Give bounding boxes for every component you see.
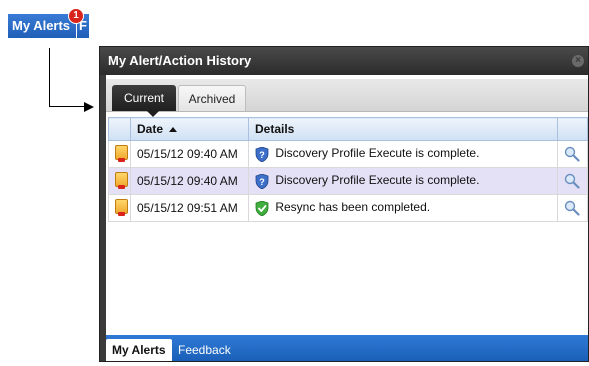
alert-note-icon [115, 199, 128, 216]
bottom-tab-my-alerts-label: My Alerts [112, 343, 166, 357]
table-row[interactable]: 05/15/12 09:40 AM ? Discovery Profile Ex… [108, 167, 588, 195]
tab-archived[interactable]: Archived [178, 85, 246, 111]
row-date: 05/15/12 09:40 AM [130, 167, 249, 195]
svg-text:?: ? [259, 150, 265, 160]
alert-count-badge: 1 [68, 8, 84, 24]
svg-text:?: ? [259, 177, 265, 187]
bottom-tab-bar: My Alerts Feedback [106, 335, 588, 361]
row-details-cell: ? Discovery Profile Execute is complete. [248, 140, 558, 168]
row-details: Discovery Profile Execute is complete. [275, 173, 480, 188]
bottom-tab-feedback[interactable]: Feedback [172, 339, 237, 361]
window-title: My Alert/Action History [108, 53, 252, 68]
alert-history-window: My Alert/Action History × Current Archiv… [99, 46, 589, 362]
row-date: 05/15/12 09:51 AM [130, 194, 249, 222]
row-date: 05/15/12 09:40 AM [130, 140, 249, 168]
date-column-header[interactable]: Date [130, 117, 249, 141]
row-details: Resync has been completed. [275, 200, 431, 215]
info-shield-icon: ? [255, 173, 269, 189]
tab-current-label: Current [123, 91, 164, 105]
row-action-cell [557, 167, 588, 195]
icon-column-header [108, 117, 131, 141]
alert-note-icon [115, 145, 128, 162]
window-content: Current Archived Date Details 05/15/12 0… [106, 75, 588, 337]
table-row[interactable]: 05/15/12 09:51 AM Resync has been comple… [108, 194, 588, 222]
view-details-icon[interactable] [564, 146, 580, 162]
bottom-tab-feedback-label: Feedback [178, 343, 231, 357]
row-type-cell [108, 167, 131, 195]
details-column-label: Details [255, 122, 295, 136]
window-titlebar: My Alert/Action History × [100, 47, 588, 75]
connector-line-horizontal [49, 106, 85, 107]
view-details-icon[interactable] [564, 200, 580, 216]
alerts-table: Date Details 05/15/12 09:40 AM ? Discove… [108, 117, 588, 222]
tab-archived-label: Archived [188, 92, 236, 106]
row-details: Discovery Profile Execute is complete. [275, 146, 480, 161]
sort-ascending-icon [169, 127, 178, 133]
action-column-header [557, 117, 588, 141]
date-column-label: Date [137, 122, 164, 136]
info-shield-icon: ? [255, 146, 269, 162]
row-details-cell: Resync has been completed. [248, 194, 558, 222]
row-type-cell [108, 140, 131, 168]
table-row[interactable]: 05/15/12 09:40 AM ? Discovery Profile Ex… [108, 140, 588, 168]
tab-current[interactable]: Current [112, 85, 176, 117]
check-shield-icon [255, 200, 269, 216]
row-type-cell [108, 194, 131, 222]
row-action-cell [557, 140, 588, 168]
connector-arrowhead [84, 102, 94, 112]
bottom-tab-my-alerts[interactable]: My Alerts [106, 339, 172, 361]
alert-note-icon [115, 172, 128, 189]
connector-line-vertical [49, 48, 50, 106]
close-icon[interactable]: × [572, 55, 584, 67]
my-alerts-tab-label: My Alerts [12, 18, 71, 33]
details-column-header[interactable]: Details [248, 117, 558, 141]
view-details-icon[interactable] [564, 173, 580, 189]
tab-bar: Current Archived [106, 79, 588, 117]
row-details-cell: ? Discovery Profile Execute is complete. [248, 167, 558, 195]
table-header-row: Date Details [108, 117, 588, 141]
my-alerts-tab[interactable]: My Alerts [8, 14, 76, 38]
row-action-cell [557, 194, 588, 222]
